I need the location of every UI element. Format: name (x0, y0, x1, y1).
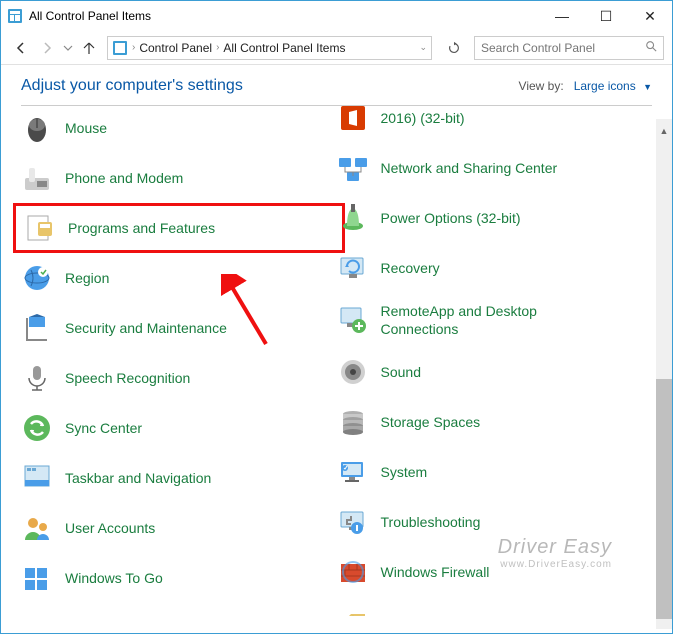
network-icon (337, 152, 369, 184)
office-icon (337, 106, 369, 134)
programs-features-icon (24, 212, 56, 244)
address-dropdown-icon[interactable]: ⌄ (419, 42, 427, 53)
breadcrumb-root[interactable]: Control Panel (139, 41, 212, 55)
region-icon (21, 262, 53, 294)
item-label: Security and Maintenance (65, 319, 227, 337)
item-label: Taskbar and Navigation (65, 469, 211, 487)
control-panel-item[interactable]: Storage Spaces (337, 406, 653, 438)
item-label: Speech Recognition (65, 369, 190, 387)
control-panel-item[interactable]: System (337, 456, 653, 488)
up-button[interactable] (77, 36, 101, 60)
chevron-right-icon: › (132, 42, 135, 53)
control-panel-item[interactable]: 2016) (32-bit) (337, 106, 653, 134)
header-row: Adjust your computer's settings View by:… (1, 65, 672, 105)
recovery-icon (337, 252, 369, 284)
view-by-dropdown[interactable]: Large icons ▼ (574, 79, 652, 93)
minimize-button[interactable]: — (540, 1, 584, 31)
scrollbar-thumb[interactable] (656, 379, 672, 619)
item-label: RemoteApp and Desktop Connections (381, 302, 576, 338)
control-panel-item[interactable]: Region (21, 262, 337, 294)
control-panel-item[interactable]: Recovery (337, 252, 653, 284)
back-button[interactable] (9, 36, 33, 60)
search-icon[interactable] (645, 40, 657, 55)
item-label: Work Folders (381, 613, 464, 616)
control-panel-item[interactable]: Security and Maintenance (21, 312, 337, 344)
item-label: User Accounts (65, 519, 155, 537)
control-panel-item[interactable]: Windows To Go (21, 562, 337, 594)
remoteapp-icon (337, 304, 369, 336)
mouse-icon (21, 112, 53, 144)
control-panel-app-icon (7, 8, 23, 24)
item-label: Storage Spaces (381, 413, 481, 431)
item-label: Phone and Modem (65, 169, 183, 187)
firewall-icon (337, 556, 369, 588)
refresh-button[interactable] (442, 36, 466, 60)
right-column: 2016) (32-bit) Network and Sharing Center… (337, 112, 653, 596)
search-input[interactable] (481, 41, 645, 55)
window-titlebar: All Control Panel Items — ☐ ✕ (1, 1, 672, 31)
system-icon (337, 456, 369, 488)
chevron-down-icon: ▼ (643, 82, 652, 92)
phone-modem-icon (21, 162, 53, 194)
speech-recognition-icon (21, 362, 53, 394)
search-box[interactable] (474, 36, 664, 60)
windows-togo-icon (21, 562, 53, 594)
forward-button[interactable] (35, 36, 59, 60)
items-grid: Mouse Phone and Modem Programs and Feature… (1, 106, 672, 616)
control-panel-item[interactable]: Sound (337, 356, 653, 388)
control-panel-item[interactable]: Taskbar and Navigation (21, 462, 337, 494)
control-panel-item[interactable]: Mouse (21, 112, 337, 144)
item-label: 2016) (32-bit) (381, 109, 465, 127)
item-label: Windows Firewall (381, 563, 490, 581)
storage-icon (337, 406, 369, 438)
control-panel-item[interactable]: Speech Recognition (21, 362, 337, 394)
scrollbar-up-button[interactable]: ▲ (656, 123, 672, 139)
control-panel-item[interactable]: RemoteApp and Desktop Connections (337, 302, 653, 338)
left-column: Mouse Phone and Modem Programs and Feature… (21, 112, 337, 596)
control-panel-item[interactable]: Sync Center (21, 412, 337, 444)
item-label: Troubleshooting (381, 513, 481, 531)
chevron-right-icon: › (216, 42, 219, 53)
item-label: Programs and Features (68, 219, 215, 237)
maximize-button[interactable]: ☐ (584, 1, 628, 31)
troubleshoot-icon (337, 506, 369, 538)
control-panel-item[interactable]: Network and Sharing Center (337, 152, 653, 184)
sound-icon (337, 356, 369, 388)
item-label: Windows To Go (65, 569, 163, 587)
control-panel-icon (112, 40, 128, 56)
adjust-settings-heading: Adjust your computer's settings (21, 77, 519, 95)
view-by-value: Large icons (574, 79, 636, 93)
control-panel-item[interactable]: Power Options (32-bit) (337, 202, 653, 234)
item-label: System (381, 463, 428, 481)
taskbar-icon (21, 462, 53, 494)
close-button[interactable]: ✕ (628, 1, 672, 31)
power-icon (337, 202, 369, 234)
item-label: Power Options (32-bit) (381, 209, 521, 227)
control-panel-item[interactable]: Windows Firewall (337, 556, 653, 588)
item-label: Network and Sharing Center (381, 159, 558, 177)
user-accounts-icon (21, 512, 53, 544)
control-panel-item[interactable]: Programs and Features (13, 203, 345, 253)
item-label: Mouse (65, 119, 107, 137)
item-label: Sync Center (65, 419, 142, 437)
view-by-label: View by: (519, 79, 564, 93)
workfolders-icon (337, 606, 369, 616)
item-label: Recovery (381, 259, 440, 277)
recent-dropdown[interactable] (61, 36, 75, 60)
breadcrumb-current[interactable]: All Control Panel Items (223, 41, 345, 55)
control-panel-item[interactable]: Troubleshooting (337, 506, 653, 538)
item-label: Region (65, 269, 109, 287)
control-panel-item[interactable]: Work Folders (337, 606, 653, 616)
navigation-bar: › Control Panel › All Control Panel Item… (1, 31, 672, 65)
window-title: All Control Panel Items (29, 9, 540, 23)
address-bar[interactable]: › Control Panel › All Control Panel Item… (107, 36, 432, 60)
sync-center-icon (21, 412, 53, 444)
control-panel-item[interactable]: Phone and Modem (21, 162, 337, 194)
control-panel-item[interactable]: User Accounts (21, 512, 337, 544)
item-label: Sound (381, 363, 421, 381)
security-maintenance-icon (21, 312, 53, 344)
